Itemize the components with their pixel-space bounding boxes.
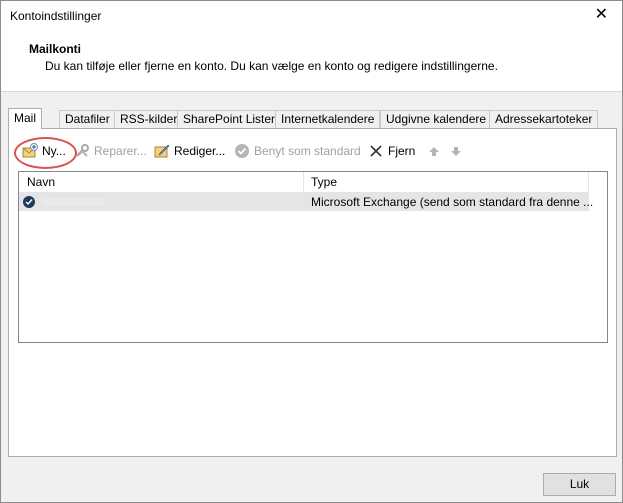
toolbar: Ny... Reparer... Rediger... Benyt som st… — [17, 140, 607, 162]
account-type-cell: Microsoft Exchange (send som standard fr… — [311, 195, 594, 209]
section-title: Mailkonti — [29, 42, 82, 56]
repair-button[interactable]: Reparer... — [73, 140, 147, 162]
new-account-button[interactable]: Ny... — [21, 140, 66, 162]
new-account-label: Ny... — [42, 144, 66, 158]
tab-adressekartoteker[interactable]: Adressekartoteker — [489, 110, 599, 128]
default-account-check-icon — [23, 196, 35, 208]
arrow-down-icon — [447, 142, 465, 160]
tab-sharepoint-lister[interactable]: SharePoint Lister — [177, 110, 282, 128]
account-list[interactable]: Navn Type Microsoft Exchange (send som s… — [18, 171, 608, 343]
tab-mail[interactable]: Mail — [8, 108, 43, 129]
x-remove-icon — [367, 142, 385, 160]
edit-button[interactable]: Rediger... — [153, 140, 225, 162]
section-description: Du kan tilføje eller fjerne en konto. Du… — [45, 59, 498, 73]
tab-datafiler[interactable]: Datafiler — [59, 110, 116, 128]
move-down-button[interactable] — [447, 140, 468, 162]
dialog-header: Mailkonti Du kan tilføje eller fjerne en… — [1, 32, 622, 92]
remove-button[interactable]: Fjern — [367, 140, 415, 162]
arrow-up-icon — [425, 142, 443, 160]
mail-tab-panel: Ny... Reparer... Rediger... Benyt som st… — [8, 128, 617, 457]
tab-rss-kilder[interactable]: RSS-kilder — [114, 110, 184, 128]
set-default-label: Benyt som standard — [254, 144, 361, 158]
account-name-cell — [23, 193, 103, 211]
column-header-type[interactable]: Type — [305, 172, 589, 192]
window-title: Kontoindstillinger — [10, 9, 102, 23]
check-circle-icon — [233, 142, 251, 160]
new-account-icon — [21, 142, 39, 160]
move-up-button[interactable] — [425, 140, 446, 162]
edit-icon — [153, 142, 171, 160]
list-header: Navn Type — [19, 172, 589, 193]
account-name — [43, 198, 103, 206]
repair-icon — [73, 142, 91, 160]
account-row[interactable]: Microsoft Exchange (send som standard fr… — [19, 193, 593, 211]
title-bar: Kontoindstillinger ✕ — [1, 1, 622, 32]
account-settings-dialog: Kontoindstillinger ✕ Mailkonti Du kan ti… — [0, 0, 623, 503]
set-default-button[interactable]: Benyt som standard — [233, 140, 361, 162]
edit-label: Rediger... — [174, 144, 226, 158]
column-header-name[interactable]: Navn — [19, 172, 304, 192]
remove-label: Fjern — [388, 144, 416, 158]
close-button[interactable]: Luk — [543, 473, 616, 496]
tab-udgivne-kalendere[interactable]: Udgivne kalendere — [380, 110, 493, 128]
tab-internetkalendere[interactable]: Internetkalendere — [275, 110, 381, 128]
repair-label: Reparer... — [94, 144, 147, 158]
close-icon[interactable]: ✕ — [595, 6, 608, 24]
